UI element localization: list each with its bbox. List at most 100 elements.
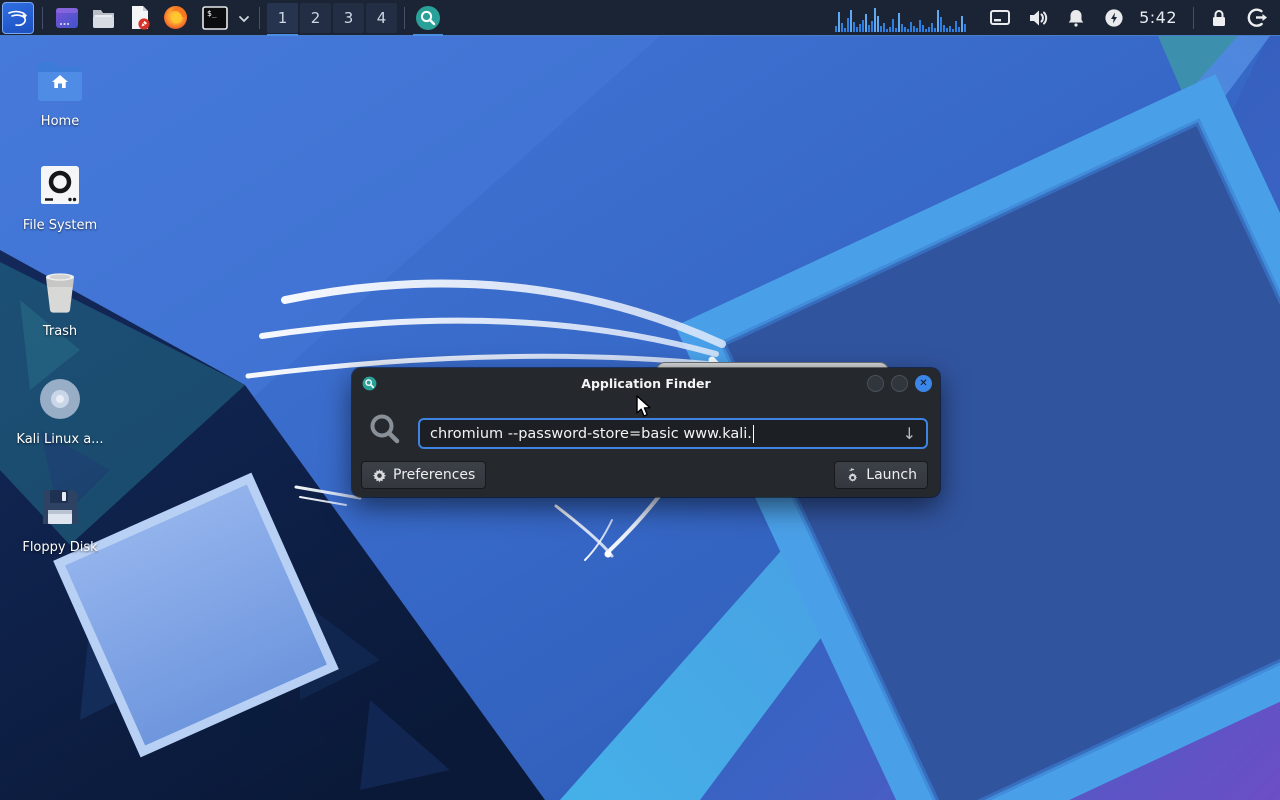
cpu-bar <box>898 13 900 32</box>
window-title: Application Finder <box>352 376 940 391</box>
launcher-file-manager[interactable] <box>87 2 119 34</box>
launcher-text-editor[interactable] <box>123 2 155 34</box>
close-button[interactable]: ✕ <box>915 375 932 392</box>
cpu-bar <box>961 16 963 32</box>
workspace-3-label: 3 <box>344 9 354 27</box>
cpu-bar <box>946 28 948 32</box>
cpu-bar <box>937 10 939 32</box>
cpu-bar <box>955 21 957 32</box>
kali-menu-button[interactable] <box>2 2 34 34</box>
cpu-bar <box>913 26 915 32</box>
history-dropdown-arrow-icon[interactable]: ↓ <box>903 424 916 443</box>
volume-tray-icon[interactable] <box>1027 7 1049 29</box>
text-editor-icon <box>126 4 153 31</box>
cpu-bar <box>847 18 849 32</box>
app-finder-magnifier-icon <box>415 5 441 31</box>
launch-gear-icon <box>845 468 860 483</box>
workspace-2-label: 2 <box>311 9 321 27</box>
lock-icon <box>1209 8 1229 28</box>
command-input-text: chromium --password-store=basic www.kali… <box>430 426 752 442</box>
file-manager-icon <box>90 4 117 31</box>
cpu-bar <box>940 17 942 32</box>
panel-separator <box>404 7 405 29</box>
cpu-bar <box>928 27 930 32</box>
launcher-firefox[interactable] <box>159 2 191 34</box>
cpu-bar <box>907 29 909 32</box>
chevron-down-icon <box>237 12 251 26</box>
workspace-4[interactable]: 4 <box>366 3 397 33</box>
notifications-tray-icon[interactable] <box>1065 7 1087 29</box>
desktop-icon-label: Floppy Disk <box>8 540 112 555</box>
launch-button[interactable]: Launch <box>834 461 928 489</box>
command-input[interactable]: chromium --password-store=basic www.kali… <box>418 418 928 449</box>
mouse-cursor <box>635 395 657 423</box>
cpu-bar <box>958 27 960 32</box>
desktop-icon-home[interactable]: Home <box>8 56 112 129</box>
workspace-2[interactable]: 2 <box>300 3 331 33</box>
cpu-bar <box>844 28 846 32</box>
minimize-button[interactable] <box>867 375 884 392</box>
preferences-button[interactable]: Preferences <box>361 461 486 489</box>
desktop-icon-label: Trash <box>8 324 112 339</box>
display-tray-icon[interactable] <box>989 7 1011 29</box>
terminal-glyph: $_ <box>207 9 217 18</box>
cpu-bar <box>880 26 882 32</box>
desktop-icon-kali-cdrom[interactable]: Kali Linux a... <box>8 374 112 447</box>
lock-screen-button[interactable] <box>1208 7 1230 29</box>
cpu-bar <box>862 20 864 32</box>
application-finder-window: Application Finder ✕ chromium --password… <box>352 368 940 497</box>
trash-bin-icon <box>8 266 112 316</box>
desktop-icon-label: File System <box>8 218 112 233</box>
workspace-4-label: 4 <box>377 9 387 27</box>
cpu-bar <box>853 22 855 32</box>
cpu-bar <box>910 22 912 32</box>
cpu-bar <box>934 28 936 32</box>
cpu-bar <box>949 26 951 32</box>
cpu-bar <box>892 19 894 32</box>
taskbar-application-finder[interactable] <box>413 3 443 33</box>
firefox-icon <box>162 4 189 31</box>
cpu-bar <box>835 26 837 32</box>
terminal-icon: $_ <box>201 4 229 32</box>
launcher-terminal[interactable]: $_ <box>195 2 235 34</box>
workspace-1[interactable]: 1 <box>267 3 298 33</box>
desktop-icon-trash[interactable]: Trash <box>8 266 112 339</box>
top-panel: $_ 1 2 3 4 <box>0 0 1280 36</box>
launcher-window-app[interactable] <box>51 2 83 34</box>
close-icon: ✕ <box>919 379 927 389</box>
cpu-bar <box>922 25 924 32</box>
cpu-bar <box>865 14 867 32</box>
floppy-disk-icon <box>8 482 112 532</box>
desktop-icon-file-system[interactable]: File System <box>8 160 112 233</box>
cpu-graph[interactable] <box>835 4 967 32</box>
cpu-bar <box>868 25 870 32</box>
cpu-bar <box>889 27 891 32</box>
window-app-icon <box>54 5 80 31</box>
terminal-dropdown-chevron[interactable] <box>237 11 251 25</box>
power-manager-tray-icon[interactable] <box>1103 7 1125 29</box>
desktop-icon-floppy-disk[interactable]: Floppy Disk <box>8 482 112 555</box>
cpu-bar <box>916 28 918 32</box>
cpu-bar <box>859 24 861 32</box>
cpu-bar <box>886 29 888 32</box>
cpu-bar <box>871 21 873 32</box>
workspace-3[interactable]: 3 <box>333 3 364 33</box>
maximize-button[interactable] <box>891 375 908 392</box>
launch-label: Launch <box>866 467 917 483</box>
home-folder-icon <box>8 56 112 106</box>
clock[interactable]: 5:42 <box>1139 8 1177 27</box>
cpu-bar <box>838 12 840 32</box>
app-finder-titlebar-icon <box>362 376 377 395</box>
panel-separator <box>1193 7 1194 29</box>
search-icon <box>368 412 402 446</box>
log-out-button[interactable] <box>1246 7 1268 29</box>
cpu-bar <box>841 23 843 32</box>
gear-icon <box>372 468 387 483</box>
panel-separator <box>42 7 43 29</box>
preferences-label: Preferences <box>393 467 475 483</box>
cpu-bar <box>964 24 966 32</box>
cpu-bar <box>931 23 933 32</box>
panel-separator <box>259 7 260 29</box>
cpu-bar <box>925 29 927 32</box>
cpu-bar <box>943 25 945 32</box>
